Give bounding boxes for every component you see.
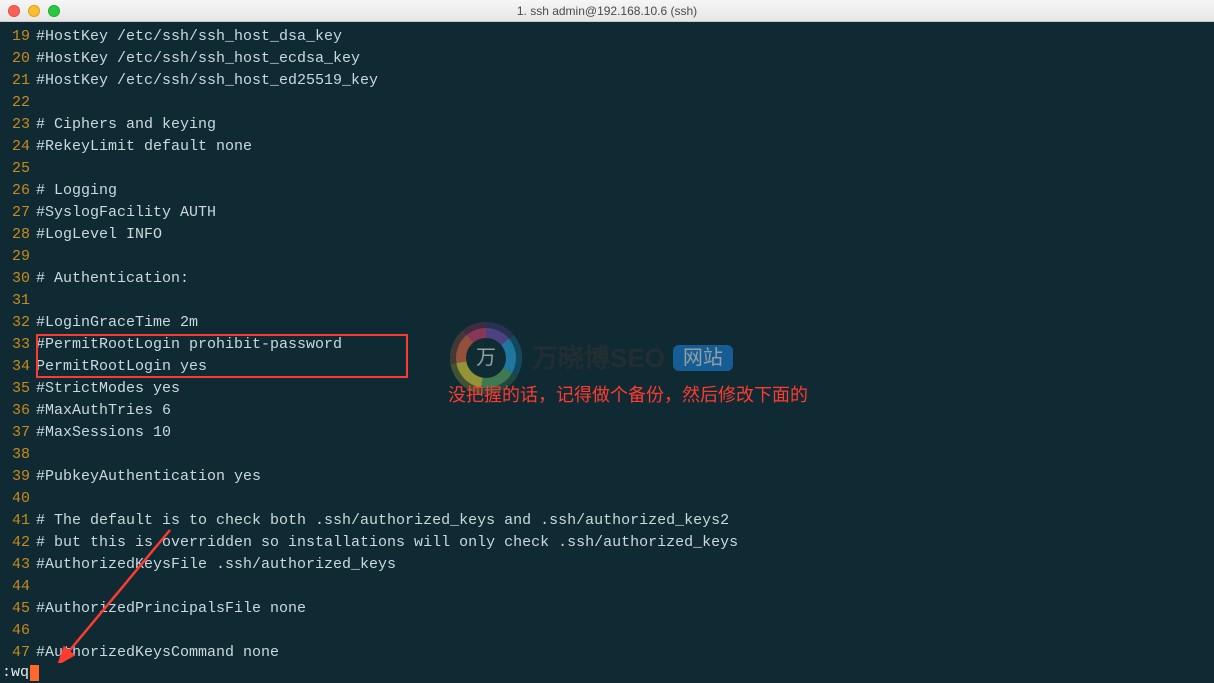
editor-line: 47#AuthorizedKeysCommand none <box>0 642 1214 664</box>
line-number: 21 <box>0 70 36 92</box>
editor-line: 24#RekeyLimit default none <box>0 136 1214 158</box>
line-content: #HostKey /etc/ssh/ssh_host_dsa_key <box>36 26 342 48</box>
editor-line: 19#HostKey /etc/ssh/ssh_host_dsa_key <box>0 26 1214 48</box>
editor-line: 25 <box>0 158 1214 180</box>
line-content: # The default is to check both .ssh/auth… <box>36 510 729 532</box>
editor-line: 39#PubkeyAuthentication yes <box>0 466 1214 488</box>
line-content: #LogLevel INFO <box>36 224 162 246</box>
editor-line: 30# Authentication: <box>0 268 1214 290</box>
line-content: # but this is overridden so installation… <box>36 532 738 554</box>
editor-line: 38 <box>0 444 1214 466</box>
line-number: 32 <box>0 312 36 334</box>
editor-line: 46 <box>0 620 1214 642</box>
editor-line: 37#MaxSessions 10 <box>0 422 1214 444</box>
line-number: 36 <box>0 400 36 422</box>
editor-line: 40 <box>0 488 1214 510</box>
line-number: 23 <box>0 114 36 136</box>
editor-line: 26# Logging <box>0 180 1214 202</box>
line-number: 24 <box>0 136 36 158</box>
editor-line: 20#HostKey /etc/ssh/ssh_host_ecdsa_key <box>0 48 1214 70</box>
vi-command-text: :wq <box>2 662 29 683</box>
line-content: #SyslogFacility AUTH <box>36 202 216 224</box>
line-content: # Logging <box>36 180 117 202</box>
line-number: 31 <box>0 290 36 312</box>
line-content: #AuthorizedKeysCommand none <box>36 642 279 664</box>
line-number: 26 <box>0 180 36 202</box>
line-number: 29 <box>0 246 36 268</box>
line-number: 30 <box>0 268 36 290</box>
editor-line: 29 <box>0 246 1214 268</box>
editor-line: 32#LoginGraceTime 2m <box>0 312 1214 334</box>
line-number: 47 <box>0 642 36 664</box>
line-number: 44 <box>0 576 36 598</box>
line-number: 37 <box>0 422 36 444</box>
line-number: 33 <box>0 334 36 356</box>
line-content: PermitRootLogin yes <box>36 356 207 378</box>
line-number: 46 <box>0 620 36 642</box>
text-cursor-icon <box>30 665 39 681</box>
editor-line: 21#HostKey /etc/ssh/ssh_host_ed25519_key <box>0 70 1214 92</box>
line-number: 43 <box>0 554 36 576</box>
line-content: #StrictModes yes <box>36 378 180 400</box>
window-titlebar: 1. ssh admin@192.168.10.6 (ssh) <box>0 0 1214 22</box>
line-content: #MaxAuthTries 6 <box>36 400 171 422</box>
terminal-editor[interactable]: 19#HostKey /etc/ssh/ssh_host_dsa_key20#H… <box>0 22 1214 683</box>
line-content: #RekeyLimit default none <box>36 136 252 158</box>
line-content: #MaxSessions 10 <box>36 422 171 444</box>
line-number: 19 <box>0 26 36 48</box>
line-content: #AuthorizedPrincipalsFile none <box>36 598 306 620</box>
line-content: # Ciphers and keying <box>36 114 216 136</box>
line-content: #HostKey /etc/ssh/ssh_host_ed25519_key <box>36 70 378 92</box>
line-number: 42 <box>0 532 36 554</box>
line-content: # Authentication: <box>36 268 189 290</box>
editor-line: 43#AuthorizedKeysFile .ssh/authorized_ke… <box>0 554 1214 576</box>
line-number: 40 <box>0 488 36 510</box>
line-number: 35 <box>0 378 36 400</box>
editor-line: 41# The default is to check both .ssh/au… <box>0 510 1214 532</box>
editor-line: 34PermitRootLogin yes <box>0 356 1214 378</box>
editor-line: 23# Ciphers and keying <box>0 114 1214 136</box>
line-number: 45 <box>0 598 36 620</box>
line-number: 28 <box>0 224 36 246</box>
line-content: #AuthorizedKeysFile .ssh/authorized_keys <box>36 554 396 576</box>
vi-command-line[interactable]: :wq <box>0 663 1214 683</box>
editor-line: 27#SyslogFacility AUTH <box>0 202 1214 224</box>
editor-line: 31 <box>0 290 1214 312</box>
line-number: 34 <box>0 356 36 378</box>
editor-line: 36#MaxAuthTries 6 <box>0 400 1214 422</box>
editor-line: 42# but this is overridden so installati… <box>0 532 1214 554</box>
editor-lines: 19#HostKey /etc/ssh/ssh_host_dsa_key20#H… <box>0 22 1214 664</box>
line-number: 38 <box>0 444 36 466</box>
line-number: 25 <box>0 158 36 180</box>
line-number: 22 <box>0 92 36 114</box>
line-number: 39 <box>0 466 36 488</box>
window-title: 1. ssh admin@192.168.10.6 (ssh) <box>0 4 1214 18</box>
editor-line: 28#LogLevel INFO <box>0 224 1214 246</box>
editor-line: 35#StrictModes yes <box>0 378 1214 400</box>
editor-line: 22 <box>0 92 1214 114</box>
editor-line: 44 <box>0 576 1214 598</box>
line-number: 20 <box>0 48 36 70</box>
line-number: 41 <box>0 510 36 532</box>
editor-line: 45#AuthorizedPrincipalsFile none <box>0 598 1214 620</box>
line-content: #HostKey /etc/ssh/ssh_host_ecdsa_key <box>36 48 360 70</box>
editor-line: 33#PermitRootLogin prohibit-password <box>0 334 1214 356</box>
line-content: #LoginGraceTime 2m <box>36 312 198 334</box>
line-content: #PubkeyAuthentication yes <box>36 466 261 488</box>
line-number: 27 <box>0 202 36 224</box>
line-content: #PermitRootLogin prohibit-password <box>36 334 342 356</box>
